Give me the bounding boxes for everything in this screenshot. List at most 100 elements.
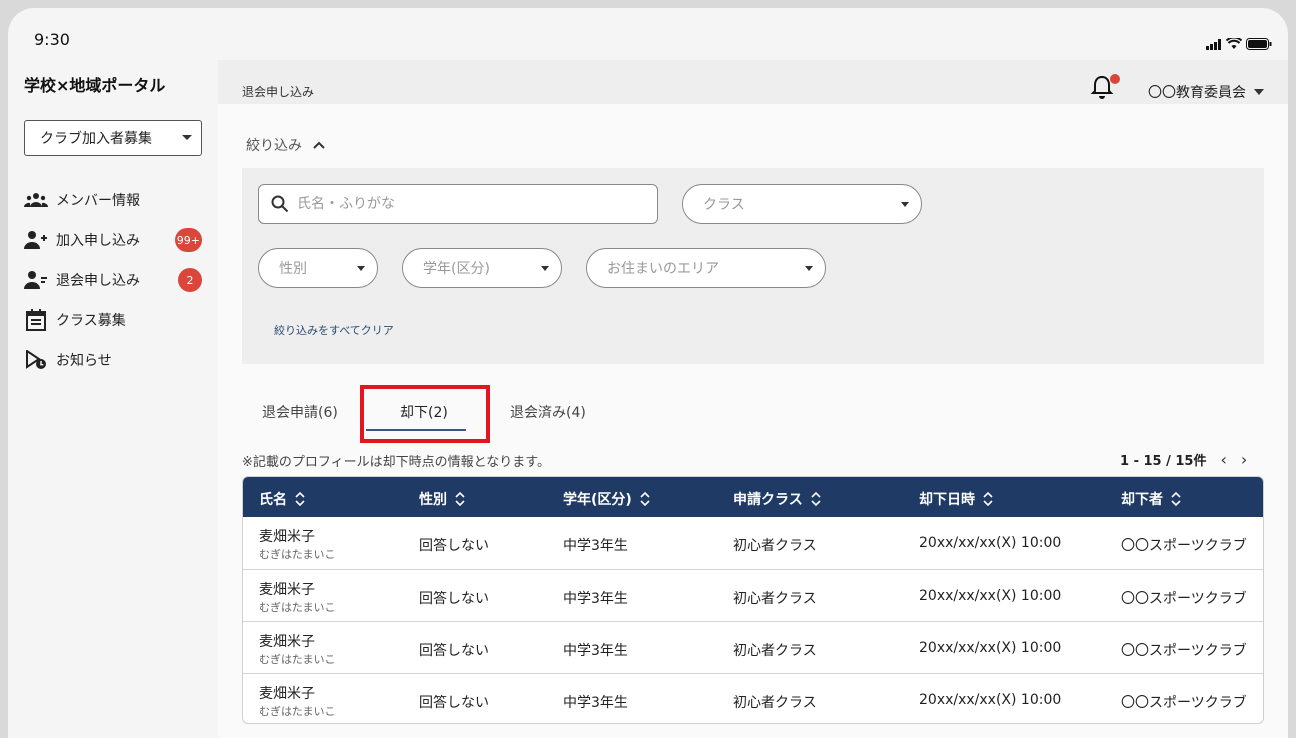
rejected-table: 氏名 性別 学年(区分) 申請クラス 却下日時 却下者 麦畑米子 むぎはたまいこ… bbox=[242, 476, 1264, 724]
column-header-grade[interactable]: 学年(区分) bbox=[563, 489, 650, 509]
sidebar-item-label: クラス募集 bbox=[56, 313, 126, 329]
caret-down-icon bbox=[357, 266, 365, 271]
grade-select-placeholder: 学年(区分) bbox=[423, 261, 490, 277]
table-row[interactable]: 麦畑米子 むぎはたまいこ 回答しない 中学3年生 初心者クラス 20xx/xx/… bbox=[243, 569, 1263, 621]
tab-withdrawn[interactable]: 退会済み(4) bbox=[510, 402, 586, 422]
battery-icon bbox=[1246, 38, 1272, 50]
count-badge: 99+ bbox=[174, 228, 202, 252]
grade-cell: 中学3年生 bbox=[563, 538, 628, 554]
class-select[interactable]: クラス bbox=[682, 184, 922, 224]
sidebar-item-notices[interactable]: お知らせ bbox=[24, 340, 204, 380]
column-header-rejected-by[interactable]: 却下者 bbox=[1121, 489, 1181, 509]
sidebar-item-label: メンバー情報 bbox=[56, 193, 140, 209]
member-kana: むぎはたまいこ bbox=[259, 705, 336, 718]
sidebar-item-leave-requests[interactable]: 退会申し込み 2 bbox=[24, 260, 204, 300]
gender-cell: 回答しない bbox=[419, 591, 489, 607]
member-name: 麦畑米子 bbox=[259, 529, 315, 545]
table-row[interactable]: 麦畑米子 むぎはたまいこ 回答しない 中学3年生 初心者クラス 20xx/xx/… bbox=[243, 621, 1263, 673]
user-menu[interactable]: 〇〇教育委員会 bbox=[1148, 82, 1264, 102]
class-cell: 初心者クラス bbox=[733, 695, 817, 711]
clear-filters-link[interactable]: 絞り込みをすべてクリア bbox=[274, 322, 394, 338]
wifi-icon bbox=[1226, 38, 1242, 49]
grade-cell: 中学3年生 bbox=[563, 695, 628, 711]
person-remove-icon bbox=[24, 268, 48, 292]
column-header-gender[interactable]: 性別 bbox=[419, 489, 465, 509]
filter-panel: クラス 性別 学年(区分) お住まいのエリア 絞り込みをすべてクリア bbox=[242, 168, 1264, 364]
caret-down-icon bbox=[1254, 89, 1264, 95]
sidebar-item-label: 加入申し込み bbox=[56, 233, 140, 249]
calendar-icon bbox=[24, 308, 48, 332]
class-cell: 初心者クラス bbox=[733, 591, 817, 607]
gender-cell: 回答しない bbox=[419, 643, 489, 659]
sidebar-item-class-recruit[interactable]: クラス募集 bbox=[24, 300, 204, 340]
gender-cell: 回答しない bbox=[419, 695, 489, 711]
sidebar-nav: メンバー情報 加入申し込み 99+ 退会申し込み 2 クラス募集 お知らせ bbox=[24, 180, 204, 380]
breadcrumb: 退会申し込み bbox=[242, 85, 315, 99]
column-label: 却下日時 bbox=[919, 492, 975, 508]
sidebar-item-members[interactable]: メンバー情報 bbox=[24, 180, 204, 220]
search-icon bbox=[271, 195, 289, 213]
column-header-date[interactable]: 却下日時 bbox=[919, 489, 993, 509]
app-title: 学校×地域ポータル bbox=[24, 76, 166, 95]
table-header: 氏名 性別 学年(区分) 申請クラス 却下日時 却下者 bbox=[243, 477, 1263, 517]
area-select[interactable]: お住まいのエリア bbox=[586, 248, 826, 288]
column-label: 性別 bbox=[419, 492, 447, 508]
member-name: 麦畑米子 bbox=[259, 582, 315, 598]
search-box[interactable] bbox=[258, 184, 658, 224]
date-cell: 20xx/xx/xx(X) 10:00 bbox=[919, 535, 1062, 551]
status-icons bbox=[1206, 38, 1272, 50]
column-header-name[interactable]: 氏名 bbox=[259, 489, 305, 509]
class-cell: 初心者クラス bbox=[733, 643, 817, 659]
column-label: 却下者 bbox=[1121, 492, 1163, 508]
grade-select[interactable]: 学年(区分) bbox=[402, 248, 562, 288]
highlight-box bbox=[360, 385, 490, 443]
tablet-screen: 9:30 学校×地域ポータル クラブ加入者募集 メンバー情報 加入申し込み 99… bbox=[8, 8, 1288, 738]
member-kana: むぎはたまいこ bbox=[259, 653, 336, 666]
date-cell: 20xx/xx/xx(X) 10:00 bbox=[919, 588, 1062, 604]
main-content: 退会申し込み 〇〇教育委員会 絞り込み クラス 性別 bbox=[218, 60, 1288, 738]
table-row[interactable]: 麦畑米子 むぎはたまいこ 回答しない 中学3年生 初心者クラス 20xx/xx/… bbox=[243, 673, 1263, 723]
member-kana: むぎはたまいこ bbox=[259, 601, 336, 614]
sort-icon bbox=[295, 491, 305, 507]
class-cell: 初心者クラス bbox=[733, 538, 817, 554]
filter-toggle[interactable]: 絞り込み bbox=[246, 135, 326, 155]
member-kana: むぎはたまいこ bbox=[259, 548, 336, 561]
sort-icon bbox=[1171, 491, 1181, 507]
sidebar: 学校×地域ポータル クラブ加入者募集 メンバー情報 加入申し込み 99+ 退会申… bbox=[8, 60, 218, 738]
area-select-placeholder: お住まいのエリア bbox=[607, 261, 719, 277]
caret-down-icon bbox=[805, 266, 813, 271]
sidebar-item-label: お知らせ bbox=[56, 353, 112, 369]
column-label: 申請クラス bbox=[733, 492, 803, 508]
caret-down-icon bbox=[901, 202, 909, 207]
notification-dot bbox=[1110, 74, 1120, 84]
column-label: 学年(区分) bbox=[563, 492, 632, 508]
class-select-placeholder: クラス bbox=[703, 197, 745, 213]
rejected-by-cell: 〇〇スポーツクラブ bbox=[1121, 643, 1247, 659]
profile-note: ※記載のプロフィールは却下時点の情報となります。 bbox=[242, 455, 550, 470]
chevron-left-icon[interactable]: ‹ bbox=[1220, 450, 1226, 469]
member-name: 麦畑米子 bbox=[259, 634, 315, 650]
user-name: 〇〇教育委員会 bbox=[1148, 85, 1246, 101]
grade-cell: 中学3年生 bbox=[563, 591, 628, 607]
status-bar: 9:30 bbox=[8, 8, 1288, 60]
search-input[interactable] bbox=[297, 196, 637, 212]
table-row[interactable]: 麦畑米子 むぎはたまいこ 回答しない 中学3年生 初心者クラス 20xx/xx/… bbox=[243, 517, 1263, 569]
chevron-right-icon[interactable]: › bbox=[1241, 450, 1247, 469]
top-bar: 退会申し込み 〇〇教育委員会 bbox=[218, 60, 1288, 104]
notice-icon bbox=[24, 348, 48, 372]
caret-down-icon bbox=[541, 266, 549, 271]
rejected-by-cell: 〇〇スポーツクラブ bbox=[1121, 695, 1247, 711]
sort-icon bbox=[983, 491, 993, 507]
tab-leave-requests[interactable]: 退会申請(6) bbox=[262, 402, 338, 422]
sort-icon bbox=[455, 491, 465, 507]
caret-down-icon bbox=[182, 135, 192, 140]
pagination: 1 - 15 / 15件 ‹ › bbox=[1120, 450, 1247, 469]
club-select[interactable]: クラブ加入者募集 bbox=[24, 120, 202, 156]
column-header-class[interactable]: 申請クラス bbox=[733, 489, 821, 509]
group-icon bbox=[24, 188, 48, 212]
filter-toggle-label: 絞り込み bbox=[246, 138, 302, 154]
status-time: 9:30 bbox=[34, 30, 70, 49]
sidebar-item-join-requests[interactable]: 加入申し込み 99+ bbox=[24, 220, 204, 260]
date-cell: 20xx/xx/xx(X) 10:00 bbox=[919, 640, 1062, 656]
gender-select[interactable]: 性別 bbox=[258, 248, 378, 288]
